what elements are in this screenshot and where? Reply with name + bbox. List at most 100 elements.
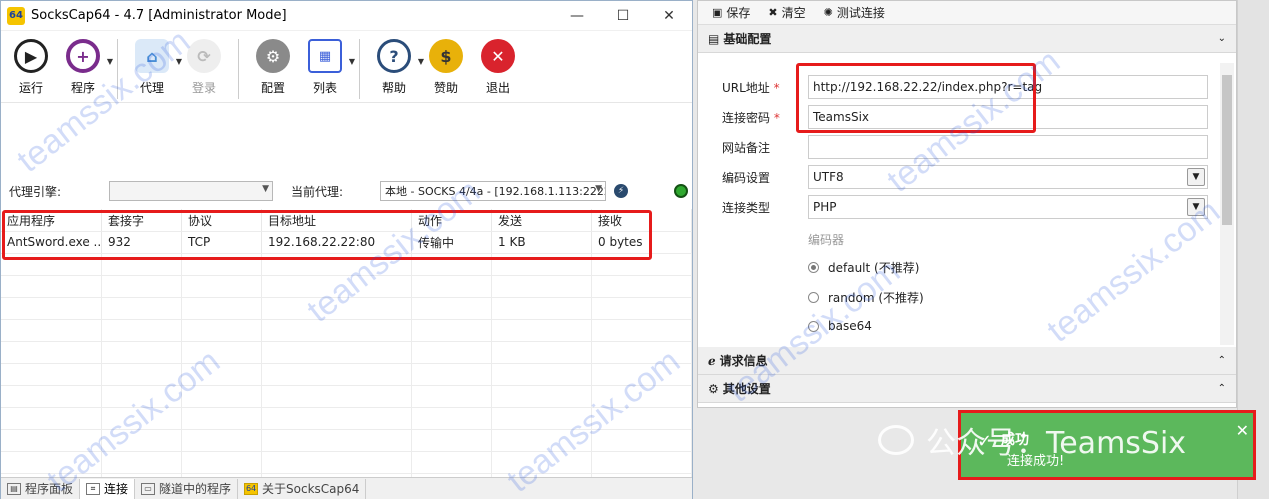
- test-connection-button[interactable]: ✺ 测试连接: [824, 4, 885, 21]
- list-grid-icon: ▦: [308, 39, 342, 73]
- section-request-header[interactable]: ℯ 请求信息 ⌃: [698, 347, 1236, 375]
- help-button[interactable]: ? 帮助 ▼: [368, 39, 424, 96]
- current-proxy-value: 本地 - SOCKS 4/4a - [192.168.1.113:2222]: [385, 185, 606, 198]
- save-button[interactable]: ▣ 保存: [712, 4, 750, 21]
- note-row: 网站备注: [722, 135, 1208, 159]
- chevron-down-icon: ▼: [1187, 168, 1205, 186]
- tab-label: 程序面板: [25, 482, 74, 496]
- grid-line: [1, 429, 692, 430]
- toolbar-separator: [117, 39, 118, 99]
- antsword-edit-window: ▣ 保存 ✖ 清空 ✺ 测试连接 ▤ 基础配置 ⌄ URL地址 * http://19…: [697, 0, 1237, 408]
- donate-button[interactable]: $ 赞助: [420, 39, 472, 96]
- exit-icon: ✕: [481, 39, 515, 73]
- clear-button[interactable]: ✖ 清空: [768, 4, 805, 21]
- login-label: 登录: [191, 81, 216, 95]
- donate-coin-icon: $: [429, 39, 463, 73]
- section-basic-header[interactable]: ▤ 基础配置 ⌄: [698, 25, 1236, 53]
- chevron-down-icon[interactable]: ▼: [349, 57, 355, 66]
- encoder-label: 编码器: [808, 233, 845, 247]
- play-icon: ▶: [14, 39, 48, 73]
- list-button[interactable]: ▦ 列表 ▼: [299, 39, 355, 96]
- grid-line: [1, 297, 692, 298]
- chevron-down-icon: ▼: [262, 184, 269, 194]
- panel-icon: ▤: [7, 482, 21, 495]
- tab-label: 隧道中的程序: [159, 482, 232, 496]
- tab-label: 连接: [104, 482, 129, 496]
- tab-program-panel[interactable]: ▤ 程序面板: [1, 478, 81, 499]
- form-scrollbar[interactable]: [1220, 63, 1234, 345]
- gears-icon: ⚙: [708, 381, 719, 396]
- current-proxy-select[interactable]: 本地 - SOCKS 4/4a - [192.168.1.113:2222] ▼: [380, 181, 606, 201]
- wechat-watermark: 公众号：TeamsSix: [878, 418, 1186, 462]
- exit-button[interactable]: ✕ 退出: [472, 39, 524, 96]
- chevron-down-icon[interactable]: ▼: [107, 57, 113, 66]
- close-button[interactable]: ✕: [646, 1, 692, 31]
- run-label: 运行: [18, 81, 43, 95]
- radio-selected-icon: [808, 262, 819, 273]
- close-icon: ✖: [768, 6, 778, 19]
- help-icon: ?: [377, 39, 411, 73]
- tab-tunneled-programs[interactable]: ▭ 隧道中的程序: [135, 478, 239, 499]
- note-input[interactable]: [808, 135, 1208, 159]
- encoder-base64-radio[interactable]: base64: [808, 319, 872, 333]
- tunnel-icon: ▭: [141, 482, 156, 495]
- encoding-row: 编码设置 UTF8 ▼: [722, 165, 1208, 189]
- grid-line: [1, 275, 692, 276]
- radio-label: default (不推荐): [828, 261, 920, 275]
- type-row: 连接类型 PHP ▼: [722, 195, 1208, 219]
- proxy-engine-select[interactable]: ▼: [109, 181, 273, 201]
- grid-line: [1, 451, 692, 452]
- config-gear-icon: ⚙: [256, 39, 290, 73]
- encoding-value: UTF8: [813, 170, 844, 184]
- document-icon: ▤: [708, 31, 720, 46]
- app-logo-icon: 64: [244, 482, 259, 495]
- tab-about[interactable]: 64 关于SocksCap64: [238, 478, 367, 499]
- proxy-icon: ⌂: [135, 39, 169, 73]
- config-button[interactable]: ⚙ 配置: [247, 39, 299, 96]
- exit-label: 退出: [485, 81, 510, 95]
- toolbar-separator: [359, 39, 360, 99]
- donate-label: 赞助: [433, 81, 458, 95]
- encoding-select[interactable]: UTF8 ▼: [808, 165, 1208, 189]
- wechat-text: 公众号：TeamsSix: [926, 426, 1187, 461]
- request-icon: ℯ: [708, 353, 716, 368]
- clear-label: 清空: [781, 6, 806, 20]
- lightning-icon[interactable]: ⚡: [614, 184, 628, 198]
- tab-connections[interactable]: ⌗ 连接: [80, 478, 136, 499]
- edit-toolbar: ▣ 保存 ✖ 清空 ✺ 测试连接: [698, 1, 1236, 25]
- proxy-button[interactable]: ⌂ 代理 ▼: [126, 39, 182, 96]
- program-label: 程序: [70, 81, 95, 95]
- highlight-box: [2, 210, 652, 260]
- close-icon[interactable]: ✕: [1236, 421, 1249, 440]
- chevron-down-icon: ▼: [1187, 198, 1205, 216]
- run-button[interactable]: ▶ 运行: [5, 39, 57, 96]
- proxy-label: 代理: [139, 81, 164, 95]
- help-label: 帮助: [381, 81, 406, 95]
- radio-label: base64: [828, 319, 872, 333]
- encoder-random-radio[interactable]: random (不推荐): [808, 289, 924, 306]
- program-button[interactable]: + 程序 ▼: [57, 39, 113, 96]
- type-select[interactable]: PHP ▼: [808, 195, 1208, 219]
- radio-icon: [808, 320, 819, 332]
- login-button[interactable]: ⟳ 登录: [178, 39, 230, 96]
- status-indicator-icon: [674, 184, 688, 198]
- toolbar-separator: [238, 39, 239, 99]
- title-bar: 64 SocksCap64 - 4.7 [Administrator Mode]…: [1, 1, 692, 31]
- maximize-button[interactable]: ☐: [600, 1, 646, 31]
- encoding-label: 编码设置: [722, 170, 771, 185]
- section-other-header[interactable]: ⚙ 其他设置 ⌃: [698, 375, 1236, 403]
- grid-line: [1, 473, 692, 474]
- grid-line: [1, 407, 692, 408]
- current-proxy-label: 当前代理:: [291, 184, 344, 199]
- chevron-up-icon: ⌃: [1217, 383, 1226, 394]
- scrollbar-thumb[interactable]: [1222, 75, 1232, 225]
- encoder-default-radio[interactable]: default (不推荐): [808, 259, 919, 276]
- section-other-title: 其他设置: [722, 382, 771, 396]
- minimize-button[interactable]: —: [554, 1, 600, 31]
- tab-label: 关于SocksCap64: [262, 482, 360, 496]
- grid-line: [1, 363, 692, 364]
- save-label: 保存: [726, 6, 751, 20]
- section-request-title: 请求信息: [719, 354, 768, 368]
- save-icon: ▣: [712, 6, 723, 19]
- type-value: PHP: [813, 200, 837, 214]
